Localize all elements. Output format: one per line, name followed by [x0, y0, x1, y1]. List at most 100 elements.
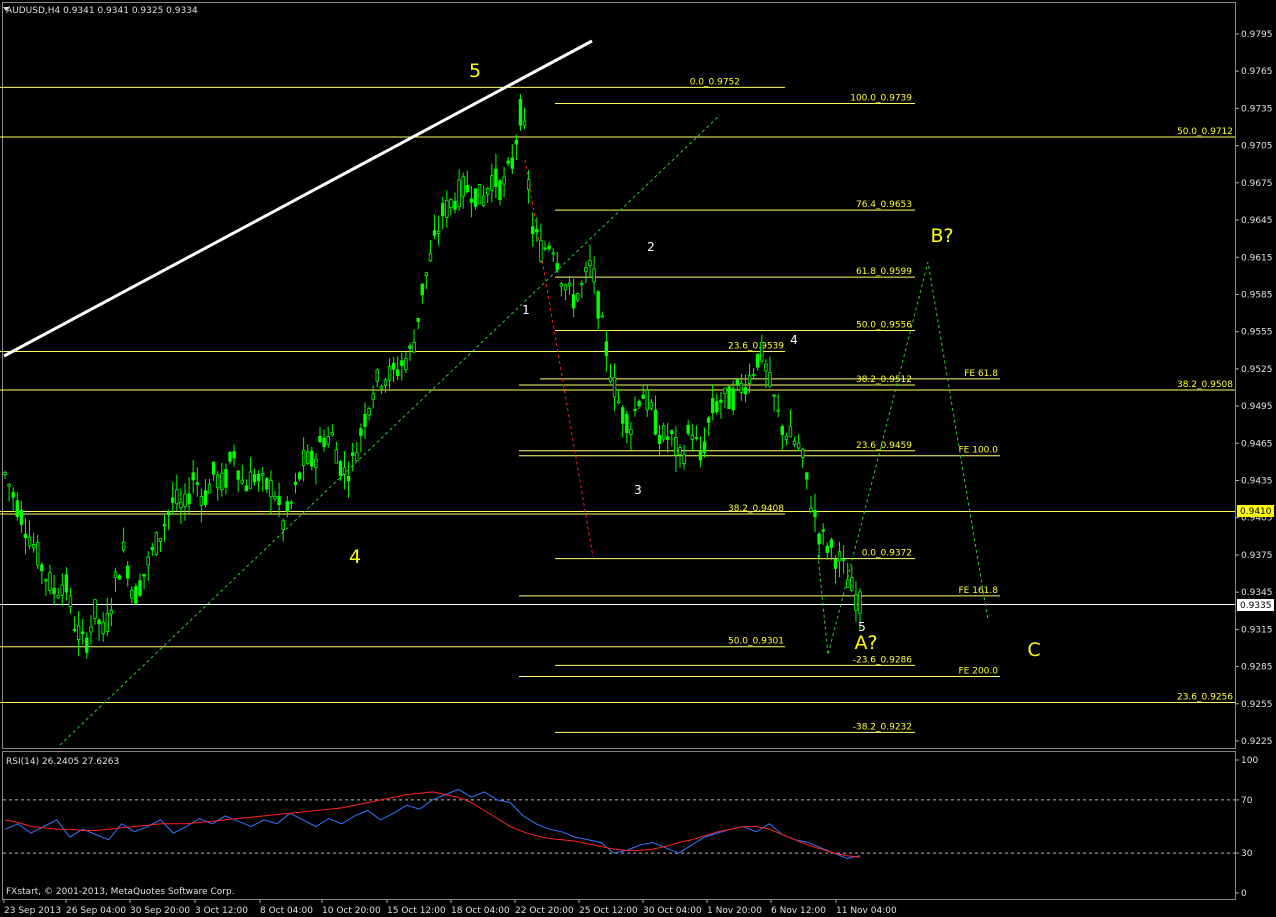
y-tick-label: 0.9735: [1241, 104, 1273, 114]
wave-label: 4: [349, 546, 361, 568]
candle-body: [711, 398, 715, 414]
candle-body: [199, 496, 204, 506]
candle-body: [72, 628, 77, 631]
candle-body: [563, 284, 568, 291]
candle-body: [645, 389, 649, 411]
candle-body: [833, 559, 838, 569]
candle-body: [224, 469, 228, 488]
candle-body: [453, 201, 457, 210]
candle-body: [547, 245, 551, 250]
candle-body: [44, 579, 48, 582]
candle-body: [408, 345, 412, 349]
wave-label: 2: [647, 240, 655, 254]
highlight-price-label: 0.9410: [1240, 507, 1272, 517]
wave-label: 5: [469, 60, 481, 82]
candle-body: [60, 584, 64, 596]
candle-body: [175, 489, 179, 505]
candle-body: [731, 388, 735, 411]
candle-body: [387, 366, 392, 381]
candle-body: [846, 579, 850, 588]
candle-body: [510, 157, 514, 169]
candle-body: [567, 282, 572, 287]
candle-body: [477, 184, 482, 205]
candle-body: [154, 532, 159, 556]
candle-body: [81, 631, 85, 635]
candle-body: [265, 478, 269, 490]
fib-level-label: FE 161.8: [959, 586, 999, 596]
candle-body: [207, 483, 212, 494]
fib-level-label: 0.0_0.9752: [690, 77, 740, 87]
candle-body: [633, 409, 637, 411]
candle-body: [747, 374, 752, 384]
candle-body: [559, 283, 564, 287]
candle-body: [788, 425, 793, 438]
candle-body: [146, 556, 150, 566]
candle-body: [121, 541, 126, 551]
x-tick-label: 3 Oct 12:00: [195, 906, 248, 916]
candle-body: [420, 283, 424, 296]
copyright-text: FXstart, © 2001-2013, MetaQuotes Softwar…: [6, 887, 235, 897]
candle-body: [285, 501, 289, 512]
y-tick-label: 0.9615: [1241, 253, 1273, 263]
candle-body: [666, 436, 670, 440]
fib-level-label: 76.4_0.9653: [856, 200, 912, 210]
candle-body: [739, 383, 744, 393]
current-price-tag: 0.9335: [1237, 599, 1274, 611]
candle-body: [682, 454, 686, 464]
candle-body: [346, 476, 351, 482]
candle-body: [383, 379, 388, 387]
x-tick-label: 6 Nov 12:00: [771, 906, 826, 916]
candle-body: [735, 379, 739, 386]
candle-body: [449, 199, 453, 208]
candle-body: [424, 272, 429, 276]
y-tick-label: 0.9765: [1241, 67, 1273, 77]
candle-body: [404, 358, 408, 370]
candle-body: [625, 414, 629, 434]
candle-body: [105, 612, 109, 632]
candle-body: [396, 369, 400, 377]
candle-body: [850, 577, 854, 591]
candle-body: [780, 425, 784, 435]
candle-body: [690, 434, 694, 440]
candle-body: [760, 341, 764, 362]
wave-label: A?: [854, 632, 877, 654]
x-tick-label: 23 Sep 2013: [4, 906, 61, 916]
candle-body: [203, 490, 208, 505]
candle-body: [441, 203, 445, 217]
candle-body: [216, 474, 220, 489]
candle-body: [64, 574, 69, 593]
fib-level-label: FE 61.8: [964, 369, 998, 379]
candle-body: [289, 501, 294, 504]
candle-body: [101, 621, 105, 635]
candle-body: [318, 435, 322, 443]
candle-body: [113, 571, 118, 578]
wave-label: 4: [790, 333, 798, 347]
candle-body: [293, 481, 298, 485]
candle-body: [273, 496, 277, 500]
candle-body: [334, 449, 339, 464]
candle-body: [3, 472, 7, 475]
candle-body: [375, 369, 379, 382]
candle-body: [461, 176, 465, 197]
fib-level-label: 23.6_0.9539: [728, 342, 784, 352]
candle-body: [252, 474, 257, 483]
candle-body: [526, 179, 531, 190]
y-tick-label: 0.9585: [1241, 290, 1273, 300]
candle-body: [134, 585, 138, 605]
y-tick-label: 0.9255: [1241, 700, 1273, 710]
fib-level-label: 50.0_0.9301: [728, 637, 784, 647]
candle-body: [158, 537, 163, 542]
candle-body: [416, 317, 420, 322]
candle-body: [338, 461, 343, 477]
candle-body: [191, 472, 195, 481]
candle-body: [36, 542, 40, 566]
candle-body: [19, 510, 24, 525]
candle-body: [612, 376, 617, 398]
candle-body: [776, 409, 780, 412]
candle-body: [600, 315, 604, 318]
candle-body: [706, 417, 711, 423]
candle-body: [31, 544, 36, 549]
fib-level-label: 0.0_0.9372: [862, 549, 912, 559]
candle-body: [653, 409, 658, 435]
candle-body: [330, 432, 334, 436]
